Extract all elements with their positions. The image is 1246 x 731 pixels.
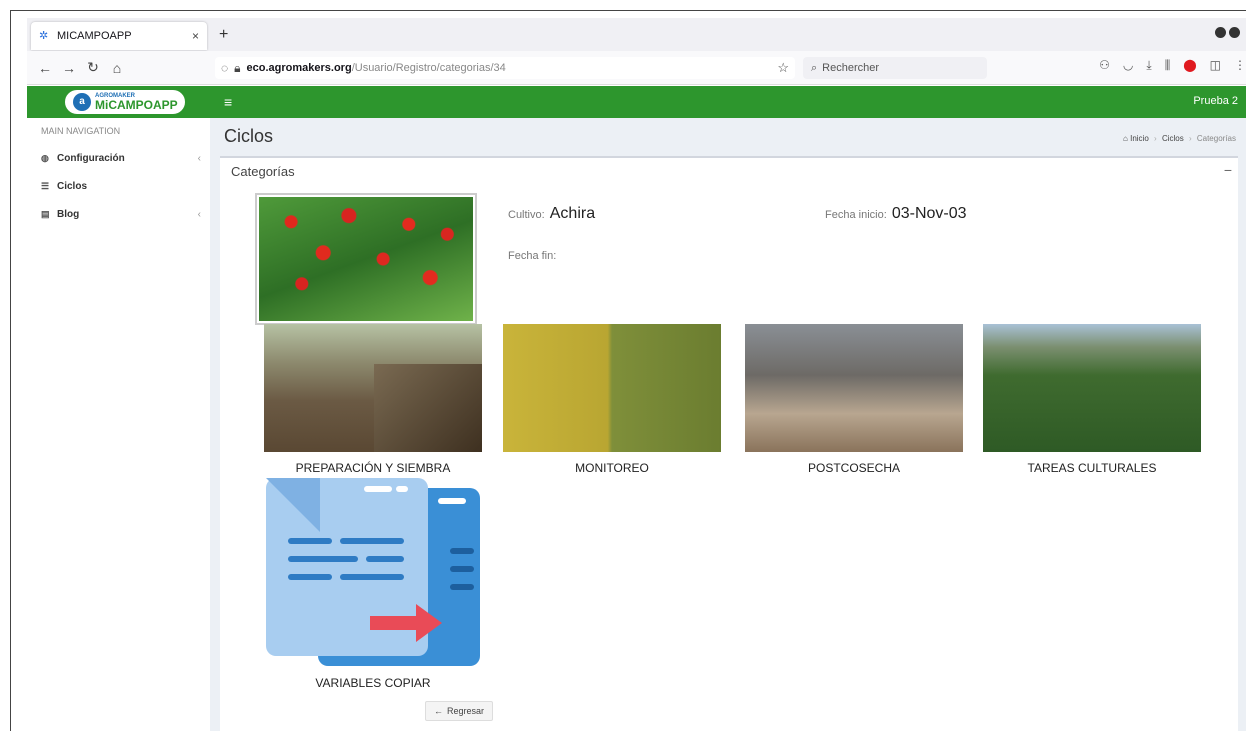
- library-icon[interactable]: ⫼: [1165, 58, 1171, 73]
- fecha-fin-label: Fecha fin:: [508, 250, 557, 262]
- category-label[interactable]: VARIABLES COPIAR: [264, 676, 482, 690]
- back-button[interactable]: ← Regresar: [425, 701, 494, 721]
- search-input[interactable]: ⌕ Rechercher: [803, 57, 987, 79]
- sidebar-item-blog[interactable]: ▤ Blog ‹: [41, 204, 201, 224]
- account-icon[interactable]: ⚇: [1099, 58, 1110, 73]
- category-postcosecha[interactable]: POSTCOSECHA: [745, 324, 963, 475]
- window-control-dot[interactable]: [1229, 27, 1240, 38]
- list-icon: ☰: [41, 180, 50, 191]
- sidebar: MAIN NAVIGATION ◍ Configuración ‹ ☰ Cicl…: [27, 118, 209, 731]
- tab-close-icon[interactable]: ×: [192, 29, 199, 43]
- arrow-left-icon: ←: [434, 706, 443, 716]
- pocket-icon[interactable]: ◡: [1123, 58, 1133, 73]
- home-icon: ⌂: [1123, 134, 1128, 143]
- fecha-inicio-value: 03-Nov-03: [891, 205, 967, 222]
- breadcrumb: ⌂ Inicio › Ciclos › Categorías: [1123, 134, 1236, 143]
- tab-title: MICAMPOAPP: [57, 30, 132, 42]
- category-label[interactable]: MONITOREO: [503, 461, 721, 475]
- adblock-icon[interactable]: ⬤: [1183, 58, 1196, 73]
- fecha-inicio-label: Fecha inicio:: [825, 209, 887, 221]
- category-label[interactable]: TAREAS CULTURALES: [983, 461, 1201, 475]
- category-monitoreo[interactable]: MONITOREO: [503, 324, 721, 475]
- forward-icon[interactable]: →: [57, 60, 81, 76]
- chevron-left-icon: ‹: [197, 208, 201, 220]
- window-control-dot[interactable]: [1215, 27, 1226, 38]
- browser-nav-bar: ← → ↻ ⌂ ◌ 🔒︎ eco.agromakers.org /Usuario…: [27, 51, 1246, 85]
- bookmark-star-icon[interactable]: ☆: [777, 60, 789, 76]
- url-bar[interactable]: ◌ 🔒︎ eco.agromakers.org /Usuario/Registr…: [215, 57, 795, 79]
- breadcrumb-item-current: Categorías: [1196, 134, 1236, 143]
- app-header: a AGROMAKER MiCAMPOAPP ≡ Prueba 2: [27, 86, 1246, 118]
- browser-tab-bar: ✲ MICAMPOAPP × +: [27, 18, 1246, 51]
- url-path: /Usuario/Registro/categorias/34: [351, 62, 506, 74]
- sidebar-item-label: Blog: [57, 208, 80, 220]
- category-preparacion[interactable]: PREPARACIÓN Y SIEMBRA: [264, 324, 482, 475]
- reload-icon[interactable]: ↻: [81, 59, 105, 76]
- cultivo-value: Achira: [549, 205, 596, 222]
- fecha-fin-field: Fecha fin:: [508, 246, 558, 264]
- breadcrumb-item-ciclos[interactable]: Ciclos: [1162, 134, 1184, 143]
- back-button-label: Regresar: [447, 706, 485, 716]
- category-photo[interactable]: [983, 324, 1201, 452]
- sidebar-item-label: Ciclos: [57, 180, 88, 192]
- sidebar-item-label: Configuración: [57, 152, 125, 164]
- categories-box: Categorías − Cultivo: Achira Fecha inici…: [220, 156, 1238, 731]
- crop-photo: [255, 193, 477, 325]
- category-photo[interactable]: [745, 324, 963, 452]
- window-controls: [1215, 27, 1240, 38]
- box-title: Categorías: [231, 164, 295, 179]
- newspaper-icon: ▤: [41, 208, 50, 219]
- lock-icon: 🔒︎: [234, 60, 241, 75]
- sidebar-toggle-icon[interactable]: ◫: [1210, 58, 1221, 73]
- cultivo-field: Cultivo: Achira: [508, 205, 595, 223]
- back-icon[interactable]: ←: [33, 60, 57, 76]
- chevron-left-icon: ‹: [197, 152, 201, 164]
- content-wrapper: Ciclos ⌂ Inicio › Ciclos › Categorías Ca…: [210, 118, 1246, 731]
- menu-icon[interactable]: ⋮: [1234, 58, 1246, 73]
- logo-badge-icon: a: [73, 93, 91, 111]
- page-title: Ciclos: [224, 126, 274, 146]
- logo-big-text: MiCAMPOAPP: [95, 98, 178, 112]
- search-placeholder: Rechercher: [822, 62, 880, 74]
- category-photo[interactable]: [503, 324, 721, 452]
- sidebar-item-ciclos[interactable]: ☰ Ciclos: [41, 176, 201, 196]
- download-icon[interactable]: ⤓: [1146, 58, 1151, 73]
- dashboard-icon: ◍: [41, 152, 49, 163]
- cultivo-label: Cultivo:: [508, 209, 545, 221]
- home-icon[interactable]: ⌂: [105, 60, 129, 76]
- collapse-button[interactable]: −: [1224, 162, 1232, 178]
- category-tareas-culturales[interactable]: TAREAS CULTURALES: [983, 324, 1201, 475]
- sidebar-item-configuracion[interactable]: ◍ Configuración ‹: [41, 148, 201, 168]
- search-icon: ⌕: [811, 61, 818, 74]
- favicon-icon: ✲: [39, 30, 49, 42]
- user-menu[interactable]: Prueba 2: [1193, 95, 1238, 107]
- toolbar-icons: ⚇ ◡ ⤓ ⫼ ⬤ ◫ ⋮: [1099, 58, 1246, 73]
- sidebar-header: MAIN NAVIGATION: [41, 126, 121, 136]
- category-label[interactable]: PREPARACIÓN Y SIEMBRA: [264, 461, 482, 475]
- shield-icon: ◌: [221, 61, 229, 75]
- new-tab-button[interactable]: +: [219, 26, 228, 44]
- category-variables-copiar[interactable]: VARIABLES COPIAR: [264, 478, 482, 690]
- fecha-inicio-field: Fecha inicio: 03-Nov-03: [825, 205, 967, 223]
- category-label[interactable]: POSTCOSECHA: [745, 461, 963, 475]
- hamburger-menu-icon[interactable]: ≡: [224, 94, 232, 110]
- app-logo[interactable]: a AGROMAKER MiCAMPOAPP: [63, 88, 187, 116]
- category-photo[interactable]: [264, 324, 482, 452]
- copy-documents-icon[interactable]: [264, 478, 482, 668]
- browser-tab[interactable]: ✲ MICAMPOAPP ×: [31, 22, 207, 50]
- url-host: eco.agromakers.org: [246, 62, 352, 74]
- breadcrumb-item-inicio[interactable]: Inicio: [1130, 134, 1149, 143]
